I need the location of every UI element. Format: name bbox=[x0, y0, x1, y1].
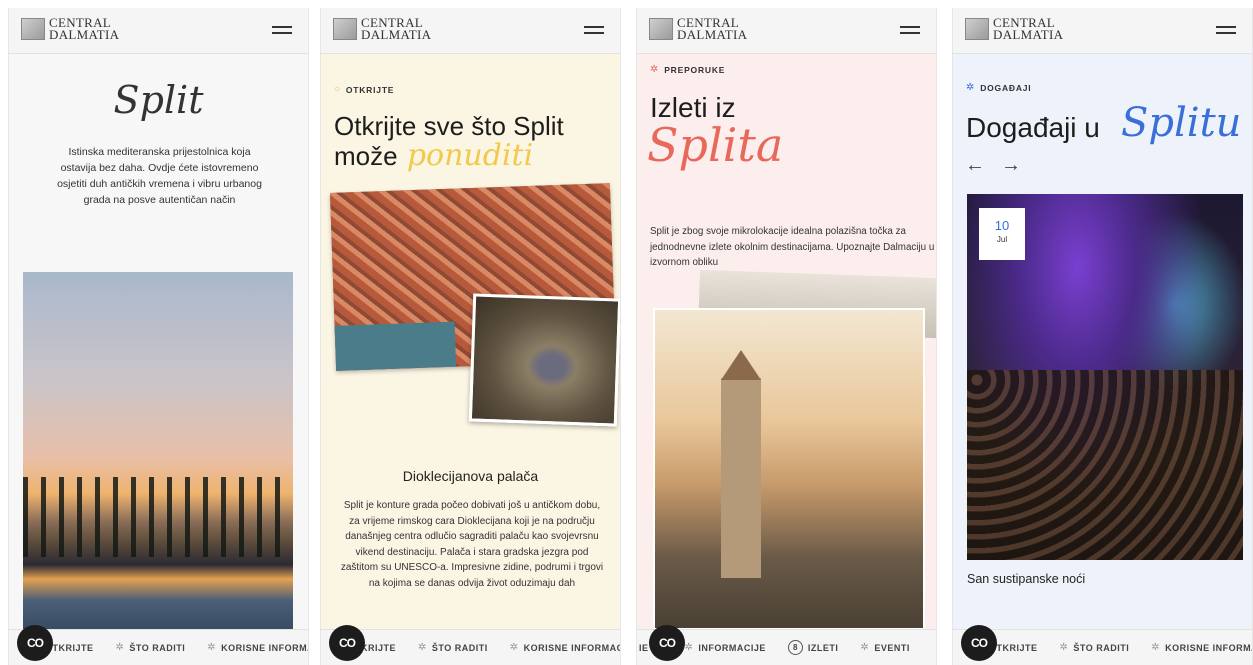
brand-logo[interactable]: CENTRAL DALMATIA bbox=[649, 16, 747, 41]
hamburger-icon bbox=[900, 26, 920, 28]
gear-icon: ✲ bbox=[1151, 642, 1161, 653]
heading-script: Splitu bbox=[1121, 100, 1242, 146]
gear-icon: ✲ bbox=[207, 642, 217, 653]
script-title: Split bbox=[113, 78, 204, 122]
palm-trees bbox=[23, 477, 293, 557]
next-button[interactable]: → bbox=[1001, 154, 1021, 177]
event-title[interactable]: San sustipanske noći bbox=[967, 572, 1085, 586]
screen-otkrijte: CENTRAL DALMATIA ○ OTKRIJTE Otkrijte sve š… bbox=[320, 8, 621, 665]
nav-korisne-informacije[interactable]: ✲KORISNE INFORMAC bbox=[207, 642, 308, 653]
nav-sto-raditi[interactable]: ✲ ŠTO RADITI bbox=[1060, 642, 1130, 653]
izleti-body-text: Split je zbog svoje mikrolokacije idealn… bbox=[650, 226, 935, 268]
nav-sto-raditi[interactable]: ✲ ŠTO RADITI bbox=[116, 642, 186, 653]
bottom-nav: OTKRIJTE ✲ŠTO RADITI ✲KORISNE INFORMAC bbox=[953, 629, 1252, 665]
section-eyebrow: ✲ DOGAĐAJI bbox=[966, 82, 1032, 93]
site-header: CENTRAL DALMATIA bbox=[953, 8, 1252, 54]
palace-body-text: Split je konture grada počeo dobivati jo… bbox=[340, 500, 604, 589]
palace-cellar-photo bbox=[468, 293, 620, 427]
nav-sto-raditi[interactable]: ✲ ŠTO RADITI bbox=[418, 642, 488, 653]
co-logo-icon[interactable]: CO bbox=[329, 625, 365, 661]
trogir-church-photo bbox=[653, 308, 925, 630]
screen-izleti: CENTRAL DALMATIA ✲ PREPORUKE Izleti iz Spl… bbox=[636, 8, 937, 665]
gear-icon: ✲ bbox=[684, 642, 694, 653]
intro-text: Istinska mediteranska prijestolnica koja… bbox=[57, 146, 262, 206]
logo-mark-icon bbox=[333, 18, 357, 40]
bell-tower bbox=[721, 378, 761, 578]
menu-button[interactable] bbox=[900, 26, 920, 36]
nav-izleti[interactable]: 8 IZLETI bbox=[787, 640, 839, 655]
dot-icon: ○ bbox=[334, 84, 341, 95]
hamburger-icon bbox=[584, 26, 604, 28]
hamburger-icon bbox=[1216, 26, 1236, 28]
screen-split-intro: CENTRAL DALMATIA Split Istinska mediteran… bbox=[8, 8, 309, 665]
gear-icon: ✲ bbox=[418, 642, 427, 653]
harbor-water bbox=[334, 321, 457, 371]
menu-button[interactable] bbox=[1216, 26, 1236, 36]
gear-icon: ✲ bbox=[1059, 642, 1069, 653]
bottom-nav: KRIJTE ✲ ŠTO RADITI ✲ KORISNE INFORMACI bbox=[321, 629, 620, 665]
heading-script: ponuditi bbox=[406, 138, 534, 173]
gear-icon: ✲ bbox=[650, 64, 660, 75]
menu-button[interactable] bbox=[272, 26, 292, 36]
logo-mark-icon bbox=[649, 18, 673, 40]
section-heading: Događaji u bbox=[966, 112, 1100, 143]
nav-korisne-informacije[interactable]: ✲KORISNE INFORMAC bbox=[1151, 642, 1252, 653]
logo-mark-icon bbox=[21, 18, 45, 40]
nav-otkrijte[interactable]: KRIJTE bbox=[361, 643, 396, 653]
tower-roof bbox=[721, 350, 761, 380]
date-month: Jul bbox=[996, 235, 1008, 244]
section-eyebrow: ✲ PREPORUKE bbox=[650, 64, 726, 75]
nav-informacije[interactable]: ✲ INFORMACIJE bbox=[685, 642, 766, 653]
gear-icon: ✲ bbox=[966, 82, 976, 93]
date-badge: 10 Jul bbox=[979, 208, 1025, 260]
section-heading: Otkrijte sve što Split može ponuditi bbox=[334, 111, 564, 173]
count-badge: 8 bbox=[787, 640, 803, 655]
gear-icon: ✲ bbox=[115, 642, 125, 653]
brand-logo[interactable]: CENTRAL DALMATIA bbox=[965, 16, 1063, 41]
logo-mark-icon bbox=[965, 18, 989, 40]
site-header: CENTRAL DALMATIA bbox=[9, 8, 308, 54]
site-header: CENTRAL DALMATIA bbox=[637, 8, 936, 54]
arrow-right-icon: → bbox=[1001, 154, 1021, 176]
heading-script: Splita bbox=[647, 118, 784, 172]
nav-eventi[interactable]: ✲ EVENTI bbox=[860, 642, 909, 653]
nav-korisne-informacije[interactable]: ✲ KORISNE INFORMACI bbox=[509, 642, 620, 653]
menu-button[interactable] bbox=[584, 26, 604, 36]
gear-icon: ✲ bbox=[860, 642, 870, 653]
date-day: 10 bbox=[994, 218, 1010, 233]
subheading: Dioklecijanova palača bbox=[402, 468, 539, 484]
co-logo-icon[interactable]: CO bbox=[961, 625, 997, 661]
bottom-nav: OTKRIJTE ✲ŠTO RADITI ✲KORISNE INFORMAC bbox=[9, 629, 308, 665]
screen-dogadaji: CENTRAL DALMATIA ✲ DOGAĐAJI Događaji u Spl… bbox=[952, 8, 1253, 665]
hamburger-icon bbox=[272, 26, 292, 28]
crowd bbox=[967, 370, 1243, 560]
gear-icon: ✲ bbox=[509, 642, 519, 653]
arrow-left-icon: ← bbox=[965, 154, 985, 176]
section-eyebrow: ○ OTKRIJTE bbox=[334, 84, 395, 95]
site-header: CENTRAL DALMATIA bbox=[321, 8, 620, 54]
nav-partial[interactable]: IE bbox=[639, 643, 649, 653]
prev-button[interactable]: ← bbox=[965, 154, 985, 177]
co-logo-icon[interactable]: CO bbox=[649, 625, 685, 661]
split-riva-photo bbox=[23, 272, 293, 629]
co-logo-icon[interactable]: CO bbox=[17, 625, 53, 661]
brand-logo[interactable]: CENTRAL DALMATIA bbox=[21, 16, 119, 41]
brand-logo[interactable]: CENTRAL DALMATIA bbox=[333, 16, 431, 41]
